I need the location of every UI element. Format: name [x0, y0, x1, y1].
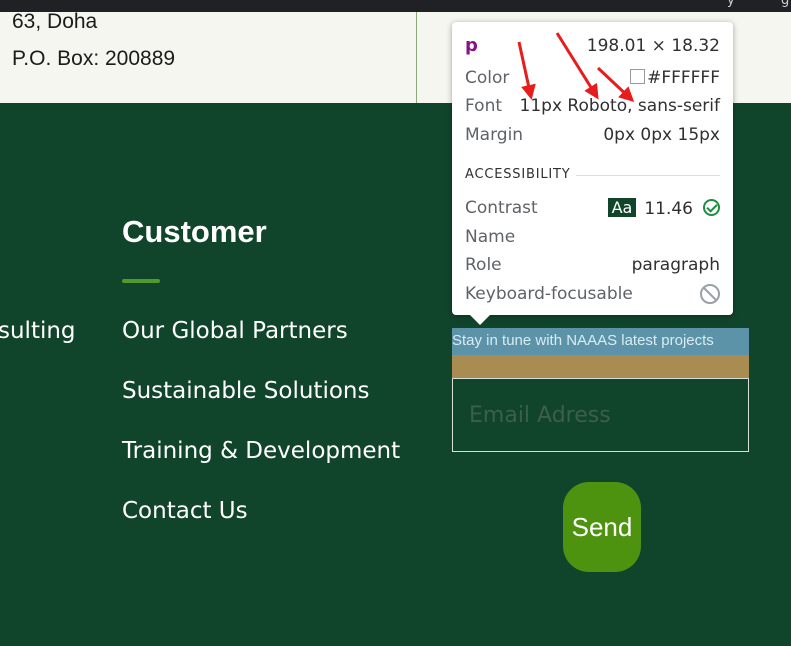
margin-highlight — [452, 355, 749, 378]
color-value: #FFFFFF — [647, 68, 720, 88]
role-label: Role — [465, 255, 502, 275]
browser-top-bar: y g — [0, 0, 791, 12]
margin-label: Margin — [465, 125, 524, 145]
check-circle-icon — [703, 199, 720, 216]
address-line-2: P.O. Box: 200889 — [12, 47, 176, 70]
address-line-1: 63, Doha — [12, 10, 98, 33]
contrast-label: Contrast — [465, 198, 538, 218]
send-button[interactable]: Send — [563, 482, 641, 572]
contrast-value-wrap: Aa 11.46 — [607, 198, 720, 219]
contrast-badge: Aa — [607, 198, 637, 217]
inspector-role-row: Role paragraph — [465, 255, 720, 277]
margin-value: 0px 0px 15px — [603, 125, 720, 145]
email-input[interactable] — [452, 378, 749, 452]
keyboard-value — [700, 284, 720, 306]
footer-link-global-partners[interactable]: Our Global Partners — [122, 318, 348, 344]
name-label: Name — [465, 227, 516, 247]
tooltip-pointer — [469, 314, 491, 325]
footer-link-sustainable-solutions[interactable]: Sustainable Solutions — [122, 378, 369, 404]
newsletter-text: Stay in tune with NAAAS latest projects — [452, 328, 749, 355]
topbar-text-fragment: y — [727, 0, 735, 8]
accessibility-heading: ACCESSIBILITY — [465, 167, 571, 182]
role-value: paragraph — [631, 255, 720, 275]
inspector-font-row: Font 11px Roboto, sans-serif — [465, 96, 720, 118]
topbar-text-fragment: g — [781, 0, 790, 8]
color-swatch-icon — [630, 69, 646, 84]
heading-underline — [122, 279, 160, 283]
panel-divider — [416, 12, 417, 103]
inspector-color-row: Color #FFFFFF — [465, 68, 720, 90]
customer-heading: Customer — [122, 214, 267, 249]
inspector-keyboard-row: Keyboard-focusable — [465, 284, 720, 306]
font-value: 11px Roboto, sans-serif — [519, 96, 720, 116]
color-label: Color — [465, 68, 510, 88]
footer-link-consulting[interactable]: sulting — [0, 318, 76, 344]
color-value-wrap: #FFFFFF — [630, 68, 720, 88]
inspector-margin-row: Margin 0px 0px 15px — [465, 125, 720, 147]
keyboard-label: Keyboard-focusable — [465, 284, 633, 304]
inspector-tag-name: p — [465, 35, 478, 56]
ban-icon — [700, 284, 720, 304]
footer-link-training-development[interactable]: Training & Development — [122, 438, 400, 464]
footer-link-contact-us[interactable]: Contact Us — [122, 498, 248, 524]
devtools-inspect-tooltip: p 198.01 × 18.32 Color #FFFFFF Font 11px… — [452, 22, 733, 315]
contrast-value: 11.46 — [644, 199, 693, 219]
inspector-dimensions: 198.01 × 18.32 — [586, 36, 720, 56]
font-label: Font — [465, 96, 503, 116]
inspector-name-row: Name — [465, 227, 720, 249]
section-divider — [576, 175, 720, 176]
inspector-contrast-row: Contrast Aa 11.46 — [465, 198, 720, 220]
